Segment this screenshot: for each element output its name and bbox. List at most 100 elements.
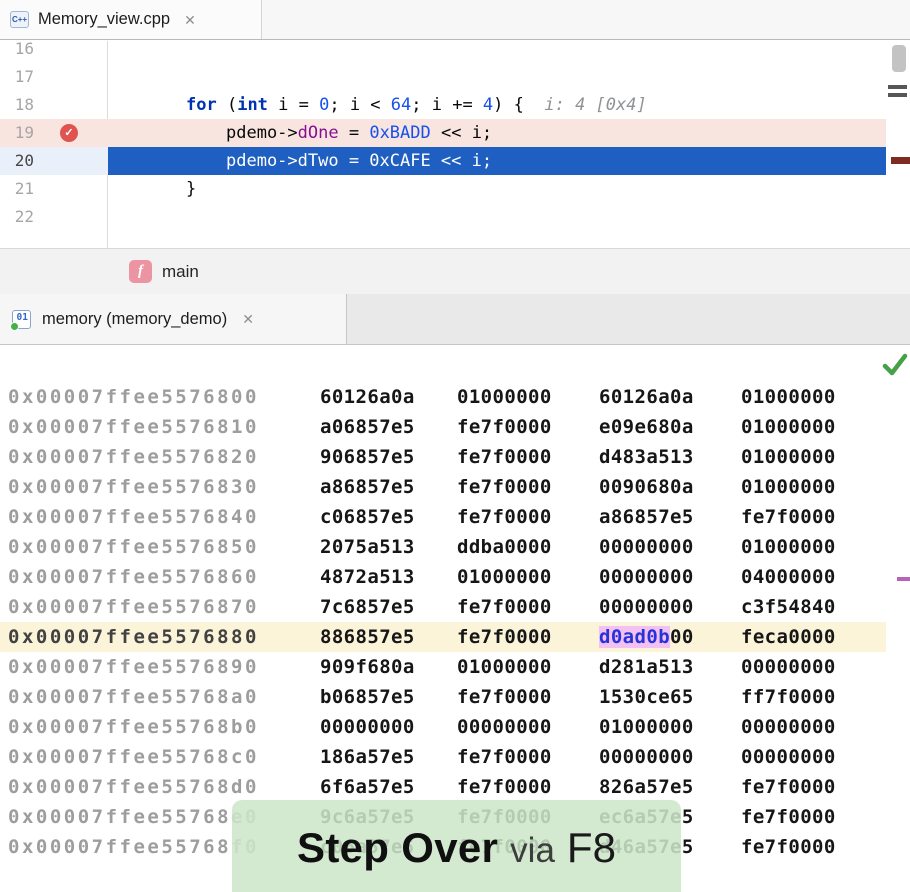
- code-text[interactable]: [108, 41, 886, 63]
- memory-value[interactable]: 00000000: [320, 712, 415, 742]
- close-icon[interactable]: ✕: [184, 13, 196, 27]
- memory-value[interactable]: 01000000: [741, 472, 836, 502]
- memory-value[interactable]: ddba0000: [457, 532, 552, 562]
- code-text[interactable]: }: [108, 175, 886, 203]
- memory-value[interactable]: fe7f0000: [457, 502, 552, 532]
- memory-value[interactable]: fe7f0000: [457, 472, 552, 502]
- code-line-21[interactable]: 21}: [0, 175, 886, 203]
- memory-row[interactable]: 0x00007ffee5576880886857e5fe7f0000d0ad0b…: [0, 622, 886, 652]
- memory-row[interactable]: 0x00007ffee5576840c06857e5fe7f0000a86857…: [0, 502, 886, 532]
- memory-row[interactable]: 0x00007ffee55768c0186a57e5fe7f0000000000…: [0, 742, 886, 772]
- memory-value[interactable]: 00000000: [741, 712, 836, 742]
- memory-value[interactable]: a86857e5: [320, 472, 415, 502]
- memory-value[interactable]: d0ad0b00: [599, 622, 694, 652]
- memory-value[interactable]: d483a513: [599, 442, 694, 472]
- memory-value[interactable]: 01000000: [741, 412, 836, 442]
- memory-value[interactable]: 01000000: [457, 562, 552, 592]
- memory-value[interactable]: 826a57e5: [599, 772, 694, 802]
- memory-tab[interactable]: 01 memory (memory_demo) ✕: [0, 294, 347, 344]
- editor-gutter[interactable]: 18: [0, 91, 108, 119]
- editor-tab-memory-view-cpp[interactable]: C++ Memory_view.cpp ✕: [0, 0, 262, 39]
- memory-value[interactable]: 909f680a: [320, 652, 415, 682]
- code-line-16[interactable]: 16: [0, 41, 886, 63]
- memory-value[interactable]: 04000000: [741, 562, 836, 592]
- memory-value[interactable]: 60126a0a: [599, 382, 694, 412]
- memory-value[interactable]: fe7f0000: [457, 682, 552, 712]
- memory-value[interactable]: fe7f0000: [741, 832, 836, 862]
- editor-gutter[interactable]: 21: [0, 175, 108, 203]
- memory-value[interactable]: 01000000: [457, 652, 552, 682]
- memory-value[interactable]: 6f6a57e5: [320, 772, 415, 802]
- memory-value[interactable]: 4872a513: [320, 562, 415, 592]
- memory-value[interactable]: fe7f0000: [457, 592, 552, 622]
- memory-value[interactable]: 1530ce65: [599, 682, 694, 712]
- code-line-19[interactable]: 19✓pdemo->dOne = 0xBADD << i;: [0, 119, 886, 147]
- frame-function-name[interactable]: main: [162, 262, 199, 282]
- memory-value[interactable]: 00000000: [599, 742, 694, 772]
- code-text[interactable]: [108, 63, 886, 91]
- memory-row[interactable]: 0x00007ffee5576820906857e5fe7f0000d483a5…: [0, 442, 886, 472]
- memory-value[interactable]: fe7f0000: [457, 442, 552, 472]
- stripe-execution-mark[interactable]: [891, 157, 910, 164]
- changed-bytes[interactable]: d0ad0b: [599, 626, 670, 648]
- code-text[interactable]: [108, 203, 886, 231]
- memory-value[interactable]: c06857e5: [320, 502, 415, 532]
- memory-row[interactable]: 0x00007ffee5576830a86857e5fe7f0000009068…: [0, 472, 886, 502]
- memory-row[interactable]: 0x00007ffee5576890909f680a01000000d281a5…: [0, 652, 886, 682]
- memory-row[interactable]: 0x00007ffee55768b00000000000000000010000…: [0, 712, 886, 742]
- code-line-20[interactable]: 20pdemo->dTwo = 0xCAFE << i;: [0, 147, 886, 175]
- code-text[interactable]: pdemo->dOne = 0xBADD << i;: [108, 119, 886, 147]
- memory-value[interactable]: fe7f0000: [457, 772, 552, 802]
- close-icon[interactable]: ✕: [242, 311, 254, 328]
- memory-value[interactable]: fe7f0000: [741, 502, 836, 532]
- memory-value[interactable]: 00000000: [599, 592, 694, 622]
- memory-value[interactable]: 01000000: [741, 382, 836, 412]
- memory-value[interactable]: a06857e5: [320, 412, 415, 442]
- editor-gutter[interactable]: 17: [0, 63, 108, 91]
- memory-row[interactable]: 0x00007ffee55768a0b06857e5fe7f00001530ce…: [0, 682, 886, 712]
- memory-value[interactable]: 00000000: [741, 652, 836, 682]
- breakpoint-icon[interactable]: ✓: [60, 124, 78, 142]
- memory-value[interactable]: 00000000: [599, 562, 694, 592]
- memory-value[interactable]: fe7f0000: [741, 772, 836, 802]
- memory-value[interactable]: a86857e5: [599, 502, 694, 532]
- memory-value[interactable]: c3f54840: [741, 592, 836, 622]
- memory-value[interactable]: feca0000: [741, 622, 836, 652]
- code-line-18[interactable]: 18for (int i = 0; i < 64; i += 4) { i: 4…: [0, 91, 886, 119]
- memory-row[interactable]: 0x00007ffee55768707c6857e5fe7f0000000000…: [0, 592, 886, 622]
- memory-value[interactable]: 886857e5: [320, 622, 415, 652]
- memory-value[interactable]: 01000000: [741, 532, 836, 562]
- stripe-changed-value-mark[interactable]: [897, 577, 910, 581]
- memory-value[interactable]: 00000000: [741, 742, 836, 772]
- scrollbar-thumb[interactable]: [892, 45, 906, 72]
- memory-value[interactable]: 0090680a: [599, 472, 694, 502]
- stripe-mark-line[interactable]: [888, 93, 907, 97]
- memory-value[interactable]: d281a513: [599, 652, 694, 682]
- editor-gutter[interactable]: 22: [0, 203, 108, 231]
- memory-value[interactable]: b06857e5: [320, 682, 415, 712]
- code-line-22[interactable]: 22: [0, 203, 886, 231]
- code-text[interactable]: pdemo->dTwo = 0xCAFE << i;: [108, 147, 886, 175]
- editor-gutter[interactable]: 19✓: [0, 119, 108, 147]
- memory-value[interactable]: 01000000: [457, 382, 552, 412]
- editor-gutter[interactable]: 20: [0, 147, 108, 175]
- memory-value[interactable]: 186a57e5: [320, 742, 415, 772]
- memory-value[interactable]: fe7f0000: [457, 742, 552, 772]
- memory-value[interactable]: 00000000: [599, 532, 694, 562]
- memory-value[interactable]: 906857e5: [320, 442, 415, 472]
- memory-value[interactable]: 01000000: [741, 442, 836, 472]
- code-text[interactable]: for (int i = 0; i < 64; i += 4) { i: 4 […: [108, 91, 886, 119]
- memory-row[interactable]: 0x00007ffee557680060126a0a0100000060126a…: [0, 382, 886, 412]
- stripe-mark-line[interactable]: [888, 85, 907, 89]
- memory-value[interactable]: 60126a0a: [320, 382, 415, 412]
- memory-value[interactable]: 00000000: [457, 712, 552, 742]
- memory-row[interactable]: 0x00007ffee5576810a06857e5fe7f0000e09e68…: [0, 412, 886, 442]
- memory-row[interactable]: 0x00007ffee55768502075a513ddba0000000000…: [0, 532, 886, 562]
- memory-value[interactable]: fe7f0000: [741, 802, 836, 832]
- memory-row[interactable]: 0x00007ffee55768604872a51301000000000000…: [0, 562, 886, 592]
- memory-value[interactable]: fe7f0000: [457, 622, 552, 652]
- memory-value[interactable]: 01000000: [599, 712, 694, 742]
- memory-value[interactable]: 7c6857e5: [320, 592, 415, 622]
- memory-row[interactable]: 0x00007ffee55768d06f6a57e5fe7f0000826a57…: [0, 772, 886, 802]
- memory-value[interactable]: 2075a513: [320, 532, 415, 562]
